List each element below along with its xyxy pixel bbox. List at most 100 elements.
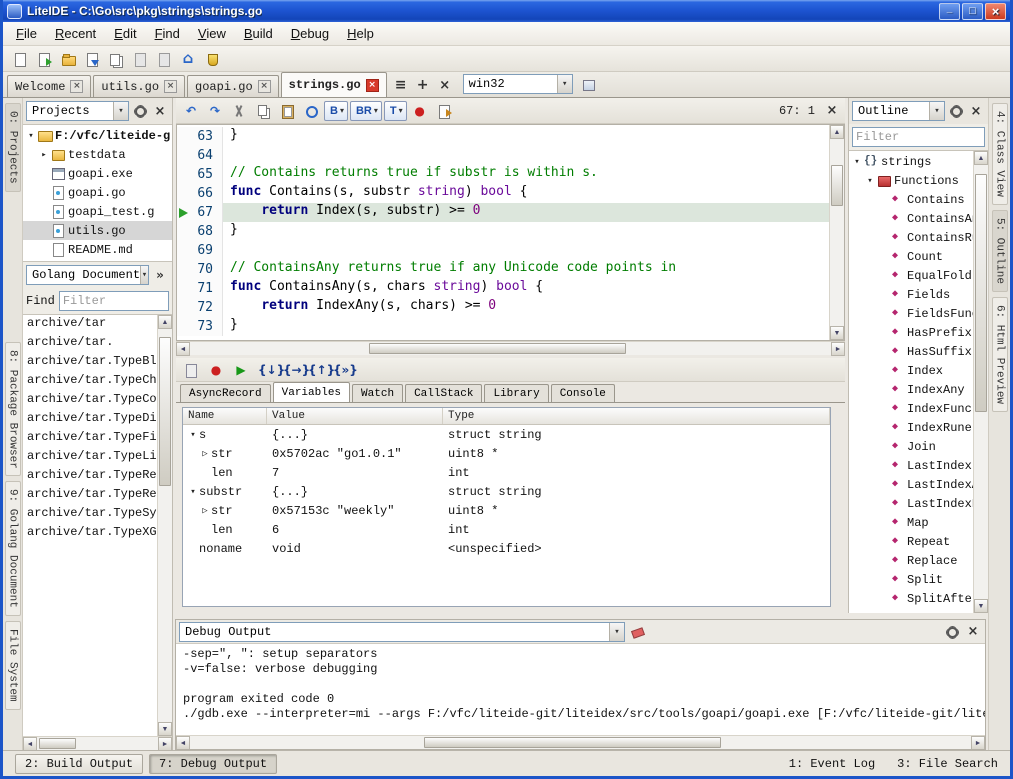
tree-item-count[interactable]: Count xyxy=(849,247,973,266)
line-number-gutter[interactable]: 66 xyxy=(177,184,223,203)
close-button[interactable] xyxy=(985,3,1006,20)
tree-item-testdata[interactable]: ▸testdata xyxy=(23,145,172,164)
close-file-button[interactable] xyxy=(129,48,151,70)
code-text[interactable]: return Index(s, substr) >= 0 xyxy=(223,203,829,222)
line-number-gutter[interactable]: 63 xyxy=(177,127,223,146)
new-file-button[interactable] xyxy=(9,48,31,70)
side-tab-8-package-browser[interactable]: 8: Package Browser xyxy=(5,342,21,477)
close-tab-icon[interactable] xyxy=(366,79,379,92)
tree-item-map[interactable]: Map xyxy=(849,513,973,532)
scroll-left-icon[interactable] xyxy=(23,737,37,750)
close-tab-icon[interactable] xyxy=(164,80,177,93)
editor-v-scrollbar[interactable] xyxy=(829,125,844,340)
projects-menu-button[interactable] xyxy=(131,102,149,120)
doc-list-item[interactable]: archive/tar.TypeLin xyxy=(23,449,157,468)
doc-list-item[interactable]: archive/tar.TypeSyr xyxy=(23,506,157,525)
golang-document-combo[interactable]: Golang Document xyxy=(26,265,149,285)
scrollbar-thumb[interactable] xyxy=(975,174,987,413)
code-line[interactable]: 63} xyxy=(177,127,829,146)
scrollbar-track[interactable] xyxy=(37,737,158,750)
menu-help[interactable]: Help xyxy=(338,23,383,44)
code-editor[interactable]: 63}6465// Contains returns true if subst… xyxy=(176,124,845,341)
debug-tab-asyncrecord[interactable]: AsyncRecord xyxy=(180,384,271,402)
code-line[interactable]: 68} xyxy=(177,222,829,241)
side-tab-5-outline[interactable]: 5: Outline xyxy=(992,210,1008,292)
tree-item-equalfold[interactable]: EqualFold xyxy=(849,266,973,285)
scroll-down-icon[interactable] xyxy=(158,722,172,736)
save-all-button[interactable] xyxy=(105,48,127,70)
tree-item-goapi-test-g[interactable]: goapi_test.g xyxy=(23,202,172,221)
paste-button[interactable] xyxy=(276,100,298,122)
close-tab-icon[interactable] xyxy=(258,80,271,93)
tree-item-indexfunc[interactable]: IndexFunc xyxy=(849,399,973,418)
scrollbar-thumb[interactable] xyxy=(424,737,721,748)
line-number-gutter[interactable]: 67 xyxy=(177,203,223,222)
scroll-up-icon[interactable] xyxy=(158,315,172,329)
tree-item-fieldsfunc[interactable]: FieldsFunc xyxy=(849,304,973,323)
code-text[interactable]: } xyxy=(223,317,829,336)
stop-debug-button[interactable] xyxy=(180,359,202,381)
minimize-button[interactable] xyxy=(939,3,960,20)
doc-list-item[interactable]: archive/tar xyxy=(23,316,157,335)
side-tab-file-system[interactable]: File System xyxy=(5,621,21,710)
record-button[interactable]: ● xyxy=(205,359,227,381)
variable-row[interactable]: ▾s{...}struct string xyxy=(183,425,830,444)
tab-goapi-go[interactable]: goapi.go xyxy=(187,75,279,97)
status-button-2-build-output[interactable]: 2: Build Output xyxy=(15,754,143,774)
line-number-gutter[interactable]: 71 xyxy=(177,279,223,298)
side-tab-4-class-view[interactable]: 4: Class View xyxy=(992,103,1008,205)
code-text[interactable]: func ContainsAny(s, chars string) bool { xyxy=(223,279,829,298)
undo-button[interactable]: ↶ xyxy=(180,100,202,122)
debug-tab-library[interactable]: Library xyxy=(484,384,548,402)
tree-item-lastindexar[interactable]: LastIndexAr xyxy=(849,475,973,494)
tree-item-lastindex[interactable]: LastIndex xyxy=(849,456,973,475)
tree-item-goapi-exe[interactable]: goapi.exe xyxy=(23,164,172,183)
scrollbar-track[interactable] xyxy=(190,342,831,355)
split-editor-button[interactable] xyxy=(413,75,433,95)
projects-combo[interactable]: Projects xyxy=(26,101,129,121)
save-file-button[interactable] xyxy=(81,48,103,70)
step-into-button[interactable]: {↓} xyxy=(255,359,277,381)
cut-button[interactable] xyxy=(228,100,250,122)
close-editor-button[interactable] xyxy=(435,75,455,95)
menu-view[interactable]: View xyxy=(189,23,235,44)
doc-list-item[interactable]: archive/tar.TypeXG xyxy=(23,525,157,544)
menu-edit[interactable]: Edit xyxy=(105,23,145,44)
scrollbar-track[interactable] xyxy=(158,329,172,722)
code-text[interactable]: } xyxy=(223,222,829,241)
line-number-gutter[interactable]: 64 xyxy=(177,146,223,165)
code-line[interactable]: 73} xyxy=(177,317,829,336)
collapse-icon[interactable]: ▾ xyxy=(864,176,876,186)
build-run-menu-button[interactable]: BR xyxy=(350,101,382,121)
tree-item-containsrur[interactable]: ContainsRur xyxy=(849,228,973,247)
outline-scrollbar[interactable] xyxy=(973,151,988,613)
scroll-left-icon[interactable] xyxy=(176,736,190,750)
doc-list-item[interactable]: archive/tar.TypeRe xyxy=(23,487,157,506)
code-area[interactable]: 63}6465// Contains returns true if subst… xyxy=(177,125,829,340)
output-menu-button[interactable] xyxy=(943,623,961,641)
editor-list-button[interactable] xyxy=(391,75,411,95)
outline-combo[interactable]: Outline xyxy=(852,101,945,121)
doc-list-item[interactable]: archive/tar.TypeFifc xyxy=(23,430,157,449)
copy-button[interactable] xyxy=(252,100,274,122)
menu-file[interactable]: File xyxy=(7,23,46,44)
editor-h-scrollbar[interactable] xyxy=(176,341,845,355)
scroll-right-icon[interactable] xyxy=(831,342,845,356)
tree-item-repeat[interactable]: Repeat xyxy=(849,532,973,551)
tree-item-goapi-go[interactable]: goapi.go xyxy=(23,183,172,202)
doc-list-scrollbar[interactable] xyxy=(157,315,172,736)
open-folder-button[interactable] xyxy=(57,48,79,70)
menu-build[interactable]: Build xyxy=(235,23,282,44)
column-header-type[interactable]: Type xyxy=(443,408,830,424)
expand-icon[interactable]: ▷ xyxy=(199,449,211,459)
code-line[interactable]: 69 xyxy=(177,241,829,260)
tree-item-functions[interactable]: ▾Functions xyxy=(849,171,973,190)
close-editor-toolbar-button[interactable] xyxy=(823,102,841,120)
doc-list-h-scrollbar[interactable] xyxy=(23,736,172,750)
tree-item-split[interactable]: Split xyxy=(849,570,973,589)
doc-list-item[interactable]: archive/tar. xyxy=(23,335,157,354)
tree-item-index[interactable]: Index xyxy=(849,361,973,380)
column-header-value[interactable]: Value xyxy=(267,408,443,424)
line-number-gutter[interactable]: 69 xyxy=(177,241,223,260)
scrollbar-thum[interactable] xyxy=(831,165,843,206)
